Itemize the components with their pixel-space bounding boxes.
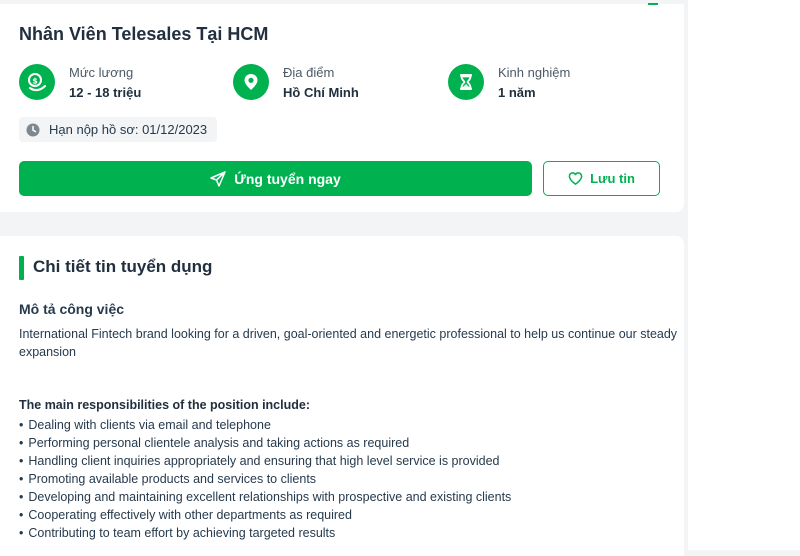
save-job-button[interactable]: Lưu tin — [543, 161, 660, 196]
description-heading: Mô tả công việc — [19, 301, 125, 317]
decorative-mark — [648, 0, 658, 5]
job-header-card: Nhân Viên Telesales Tại HCM $ Mức lương … — [0, 0, 684, 212]
top-divider — [0, 0, 684, 4]
job-title: Nhân Viên Telesales Tại HCM — [19, 24, 269, 44]
experience-label: Kinh nghiệm — [498, 65, 571, 80]
list-item: Cooperating effectively with other depar… — [19, 506, 511, 524]
list-item: Performing personal clientele analysis a… — [19, 434, 511, 452]
location-value: Hồ Chí Minh — [283, 85, 359, 100]
salary-value: 12 - 18 triệu — [69, 85, 142, 100]
responsibilities-list: Dealing with clients via email and telep… — [19, 416, 511, 542]
location-info: Địa điểm Hồ Chí Minh — [233, 62, 413, 104]
list-item: Promoting available products and service… — [19, 470, 511, 488]
send-icon — [210, 170, 226, 187]
salary-label: Mức lương — [69, 65, 134, 80]
heart-icon — [568, 171, 583, 186]
apply-now-label: Ứng tuyển ngay — [234, 170, 341, 187]
apply-now-button[interactable]: Ứng tuyển ngay — [19, 161, 532, 196]
responsibilities-heading: The main responsibilities of the positio… — [19, 398, 310, 412]
section-accent-bar — [19, 256, 24, 280]
deadline-badge: Hạn nộp hồ sơ: 01/12/2023 — [19, 117, 218, 142]
experience-value: 1 năm — [498, 85, 536, 100]
clock-icon — [26, 123, 40, 137]
money-icon: $ — [19, 64, 55, 100]
list-item: Handling client inquiries appropriately … — [19, 452, 511, 470]
location-pin-icon — [233, 64, 269, 100]
list-item: Developing and maintaining excellent rel… — [19, 488, 511, 506]
experience-info: Kinh nghiệm 1 năm — [448, 62, 628, 104]
list-item: Dealing with clients via email and telep… — [19, 416, 511, 434]
section-title: Chi tiết tin tuyển dụng — [33, 257, 213, 276]
job-description: International Fintech brand looking for … — [19, 327, 678, 359]
deadline-text: Hạn nộp hồ sơ: 01/12/2023 — [49, 122, 208, 137]
job-details-card: Chi tiết tin tuyển dụng Mô tả công việc … — [0, 236, 684, 556]
hourglass-icon — [448, 64, 484, 100]
svg-text:$: $ — [32, 77, 38, 86]
list-item: Contributing to team effort by achieving… — [19, 524, 511, 542]
right-panel-background — [688, 0, 800, 550]
salary-info: $ Mức lương 12 - 18 triệu — [19, 62, 199, 104]
location-label: Địa điểm — [283, 65, 335, 80]
save-job-label: Lưu tin — [590, 171, 635, 186]
